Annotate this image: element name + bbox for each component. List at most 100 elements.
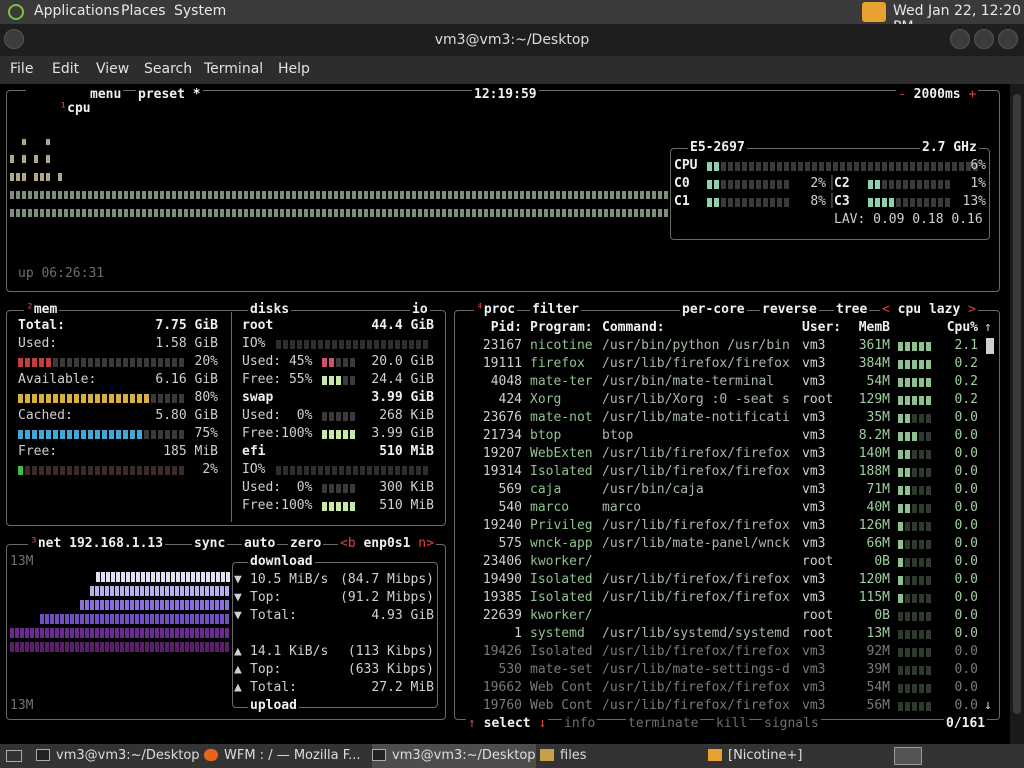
col-command[interactable]: Command: <box>602 320 665 336</box>
system-menu[interactable]: System <box>174 3 226 19</box>
proc-count: 0/161 <box>944 716 988 731</box>
places-menu[interactable]: Places <box>121 3 166 19</box>
cpu-interval-control[interactable]: - 2000ms + <box>896 88 979 102</box>
terminal-content[interactable]: ¹cpu menu preset * 12:19:59 - 2000ms + u… <box>0 84 1010 744</box>
proc-footer-info[interactable]: info <box>562 717 598 731</box>
task-firefox[interactable]: WFM : / — Mozilla F... <box>204 744 368 768</box>
menu-edit[interactable]: Edit <box>52 61 79 77</box>
cpu-graph-cell <box>442 191 446 199</box>
proc-scroll-up-icon[interactable]: ↑ <box>984 320 992 336</box>
net-zero-button[interactable]: zero <box>288 537 324 551</box>
cpu-graph-cell <box>400 209 404 217</box>
firefox-icon <box>204 749 218 761</box>
col-user[interactable]: User: <box>802 320 841 336</box>
col-program[interactable]: Program: <box>530 320 593 336</box>
proc-cell-program: systemd <box>530 626 585 641</box>
proc-cell-program: kworker/ <box>530 608 593 623</box>
proc-footer-signals[interactable]: signals <box>762 717 821 731</box>
col-memb[interactable]: MemB <box>850 320 890 336</box>
proc-cell-mem: 71M <box>866 482 890 497</box>
cpu-graph-cell <box>292 191 296 199</box>
cpu-graph-cell <box>208 209 212 217</box>
net-stat-value: (91.2 Mibps) <box>340 590 434 605</box>
menu-file[interactable]: File <box>10 61 33 77</box>
col-pid[interactable]: Pid: <box>474 320 522 336</box>
core-meter-c3 <box>868 198 950 207</box>
cpu-menu-button[interactable]: menu <box>88 88 124 102</box>
cpu-graph-cell <box>412 191 416 199</box>
cpu-graph-cell <box>118 209 122 217</box>
cpu-graph-cell <box>502 191 506 199</box>
maximize-button[interactable] <box>974 29 994 49</box>
cpu-graph-cell <box>208 191 212 199</box>
mem-box-header[interactable]: ²mem <box>24 303 60 317</box>
disks-header[interactable]: disks <box>248 303 292 317</box>
task-nicotine[interactable]: [Nicotine+] <box>708 744 872 768</box>
menu-terminal[interactable]: Terminal <box>204 61 263 77</box>
proc-footer-terminate[interactable]: terminate <box>626 717 701 731</box>
proc-sort-selector[interactable]: < cpu lazy > <box>880 303 978 317</box>
menu-help[interactable]: Help <box>278 61 310 77</box>
cpu-graph-cell <box>472 191 476 199</box>
proc-scroll-down-icon[interactable]: ↓ <box>984 698 992 714</box>
minimize-button[interactable] <box>950 29 970 49</box>
net-graph-cell <box>90 628 94 638</box>
cpu-model: E5-2697 <box>688 140 747 155</box>
cpu-graph-cell <box>304 209 308 217</box>
col-cpu[interactable]: Cpu% <box>940 320 978 336</box>
mate-logo-icon[interactable] <box>8 4 24 20</box>
cpu-graph-cell <box>448 191 452 199</box>
workspace-switcher[interactable] <box>894 747 922 765</box>
core-label-c3: C3 <box>834 194 850 209</box>
net-sync-toggle[interactable]: sync <box>192 537 228 551</box>
cpu-graph-cell <box>148 191 152 199</box>
task-terminal-1[interactable]: vm3@vm3:~/Desktop <box>36 744 200 768</box>
close-button[interactable] <box>998 29 1018 49</box>
window-titlebar[interactable]: vm3@vm3:~/Desktop <box>0 24 1024 56</box>
terminal-scrollbar-thumb[interactable] <box>1013 94 1021 714</box>
net-graph-cell <box>175 628 179 638</box>
net-graph-cell <box>200 586 204 596</box>
disks-io-toggle[interactable]: io <box>410 303 430 317</box>
cpu-graph-cell <box>664 191 668 199</box>
terminal-scrollbar[interactable] <box>1010 84 1024 744</box>
cpu-graph-cell <box>298 191 302 199</box>
disk-name[interactable]: root <box>242 318 273 334</box>
cpu-title[interactable]: cpu <box>67 101 90 116</box>
menu-search[interactable]: Search <box>144 61 192 77</box>
proc-per-core-toggle[interactable]: per-core <box>680 303 747 317</box>
proc-filter-button[interactable]: filter <box>530 303 581 317</box>
show-desktop-icon[interactable] <box>6 750 22 762</box>
mem-meter <box>18 394 184 403</box>
menu-view[interactable]: View <box>96 61 129 77</box>
cpu-graph-cell <box>16 209 20 217</box>
proc-scroll-thumb[interactable] <box>986 338 994 354</box>
proc-footer-select[interactable]: ↑ select ↓ <box>466 717 549 731</box>
net-graph-cell <box>146 572 150 582</box>
proc-tree-toggle[interactable]: tree <box>834 303 870 317</box>
net-interface-selector[interactable]: <b enp0s1 n> <box>338 537 436 551</box>
cpu-graph-cell <box>376 191 380 199</box>
cpu-graph-cell <box>280 209 284 217</box>
proc-cell-command: /usr/lib/firefox/firefox <box>602 680 790 695</box>
cpu-graph-cell <box>538 209 542 217</box>
proc-box-header[interactable]: ⁴proc <box>474 303 518 317</box>
cpu-preset-button[interactable]: preset * <box>136 88 203 102</box>
net-graph-cell <box>215 628 219 638</box>
cpu-graph-cell <box>634 191 638 199</box>
net-graph-cell <box>175 614 179 624</box>
task-files[interactable]: files <box>540 744 704 768</box>
disk-name[interactable]: swap <box>242 390 273 406</box>
applications-menu[interactable]: Applications <box>34 3 120 19</box>
task-terminal-2[interactable]: vm3@vm3:~/Desktop <box>372 744 536 768</box>
proc-footer-kill[interactable]: kill <box>714 717 750 731</box>
cpu-graph-cell <box>448 209 452 217</box>
net-auto-toggle[interactable]: auto <box>242 537 278 551</box>
net-graph-cell <box>225 614 229 624</box>
mem-value: 1.58 GiB <box>155 336 218 351</box>
proc-reverse-toggle[interactable]: reverse <box>760 303 819 317</box>
proc-cell-cpu: 0.0 <box>954 608 978 623</box>
cpu-graph-cell <box>10 173 14 181</box>
disk-name[interactable]: efi <box>242 444 265 460</box>
nicotine-tray-icon[interactable] <box>862 2 886 22</box>
